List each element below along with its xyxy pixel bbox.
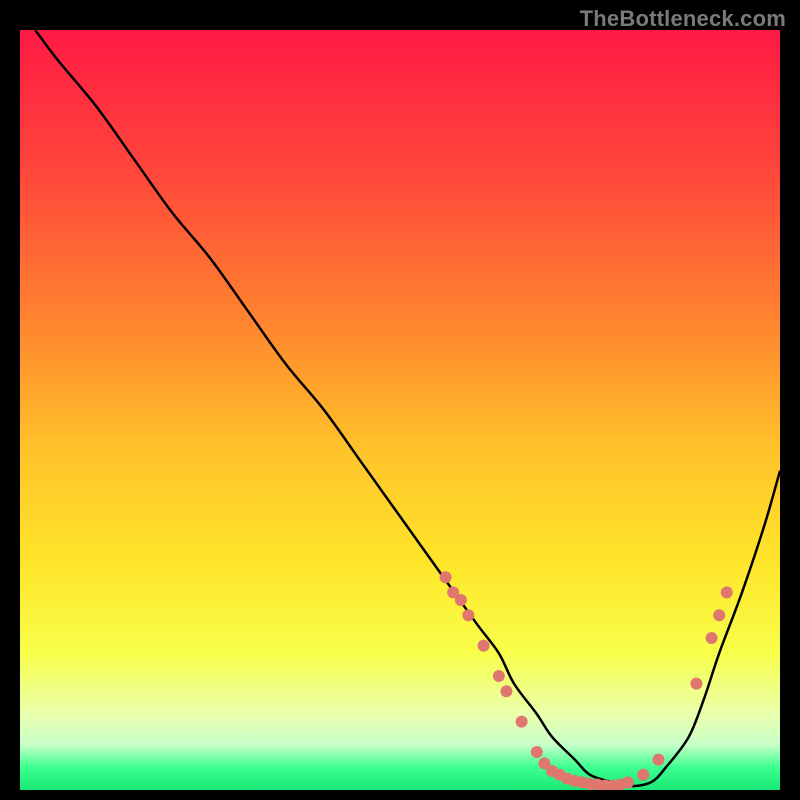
gradient-background: [20, 30, 780, 790]
data-marker: [531, 746, 543, 758]
data-marker: [721, 586, 733, 598]
data-marker: [652, 754, 664, 766]
watermark-text: TheBottleneck.com: [580, 6, 786, 32]
data-marker: [516, 716, 528, 728]
data-marker: [500, 685, 512, 697]
data-marker: [713, 609, 725, 621]
chart-frame: TheBottleneck.com: [0, 0, 800, 800]
data-marker: [622, 776, 634, 788]
data-marker: [478, 640, 490, 652]
plot-area: [20, 30, 780, 790]
bottleneck-chart: [20, 30, 780, 790]
data-marker: [462, 609, 474, 621]
data-marker: [690, 678, 702, 690]
data-marker: [440, 571, 452, 583]
data-marker: [493, 670, 505, 682]
data-marker: [706, 632, 718, 644]
data-marker: [637, 769, 649, 781]
data-marker: [455, 594, 467, 606]
